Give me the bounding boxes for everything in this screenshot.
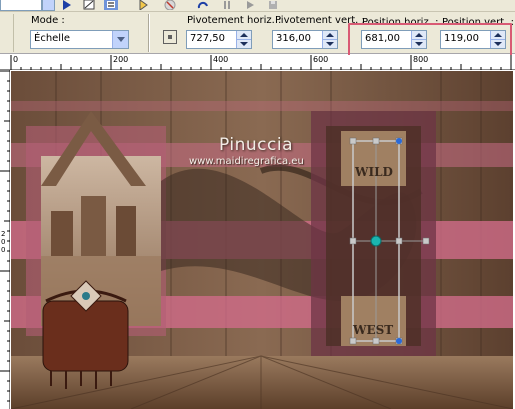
horizontal-ruler[interactable]: 0 200 400 600 800 (0, 55, 515, 70)
pause-icon[interactable] (220, 0, 234, 10)
ruler-label-400: 400 (213, 55, 229, 64)
edit-icon[interactable] (82, 0, 96, 10)
toolbar-dropdown[interactable] (0, 0, 42, 11)
watermark-title: Pinuccia (219, 135, 293, 155)
stop-icon[interactable] (163, 0, 177, 10)
ruler-vlabel-0b: 0 (1, 246, 6, 254)
main-toolbar (0, 0, 515, 12)
ruler-vlabel-2: 2 (1, 230, 6, 238)
mode-select-value: Échelle (34, 33, 71, 44)
pivot-horiz-label: Pivotement horiz. : (187, 15, 282, 26)
chevron-down-icon[interactable] (42, 0, 55, 11)
watermark-url: www.maidiregrafica.eu (189, 156, 304, 167)
pivot-horiz-input[interactable]: 727,50 (186, 30, 252, 49)
ruler-label-0: 0 (13, 55, 19, 64)
ruler-label-200: 200 (113, 55, 129, 64)
tool-options-bar: Mode : Échelle Pivotement horiz. : 727,5… (0, 12, 515, 63)
pivot-vert-value: 316,00 (276, 33, 311, 44)
image-canvas[interactable]: Pinuccia www.maidiregrafica.eu WILD WEST (11, 71, 513, 409)
pivot-horiz-value: 727,50 (190, 33, 225, 44)
select-icon[interactable] (138, 0, 152, 10)
undo-icon[interactable] (196, 0, 210, 10)
sign-bottom-text: WEST (353, 323, 394, 337)
ruler-label-600: 600 (313, 55, 329, 64)
pivot-anchor-icon[interactable] (163, 30, 177, 44)
mode-label: Mode : (31, 15, 65, 26)
ruler-label-800: 800 (413, 55, 429, 64)
spin-down-icon[interactable] (237, 39, 251, 47)
pivot-vert-input[interactable]: 316,00 (272, 30, 338, 49)
pivot-horiz-spinner[interactable] (236, 31, 251, 48)
canvas-artwork (11, 71, 513, 409)
list-icon[interactable] (104, 0, 118, 10)
chevron-down-icon[interactable] (112, 31, 128, 48)
pivot-vert-spinner[interactable] (322, 31, 337, 48)
vertical-ruler[interactable]: 2 0 0 (0, 70, 10, 409)
spin-up-icon[interactable] (323, 31, 337, 39)
separator (148, 14, 150, 52)
arrow-right-icon[interactable] (244, 0, 258, 10)
sign-top-text: WILD (355, 165, 393, 179)
ruler-vlabel-0a: 0 (1, 238, 6, 246)
spin-up-icon[interactable] (237, 31, 251, 39)
spin-down-icon[interactable] (323, 39, 337, 47)
save-icon[interactable] (266, 0, 280, 10)
toolbar-grip[interactable] (0, 14, 14, 52)
mode-select[interactable]: Échelle (30, 30, 129, 49)
play-icon[interactable] (60, 0, 74, 10)
ruler-ticks (10, 55, 512, 70)
